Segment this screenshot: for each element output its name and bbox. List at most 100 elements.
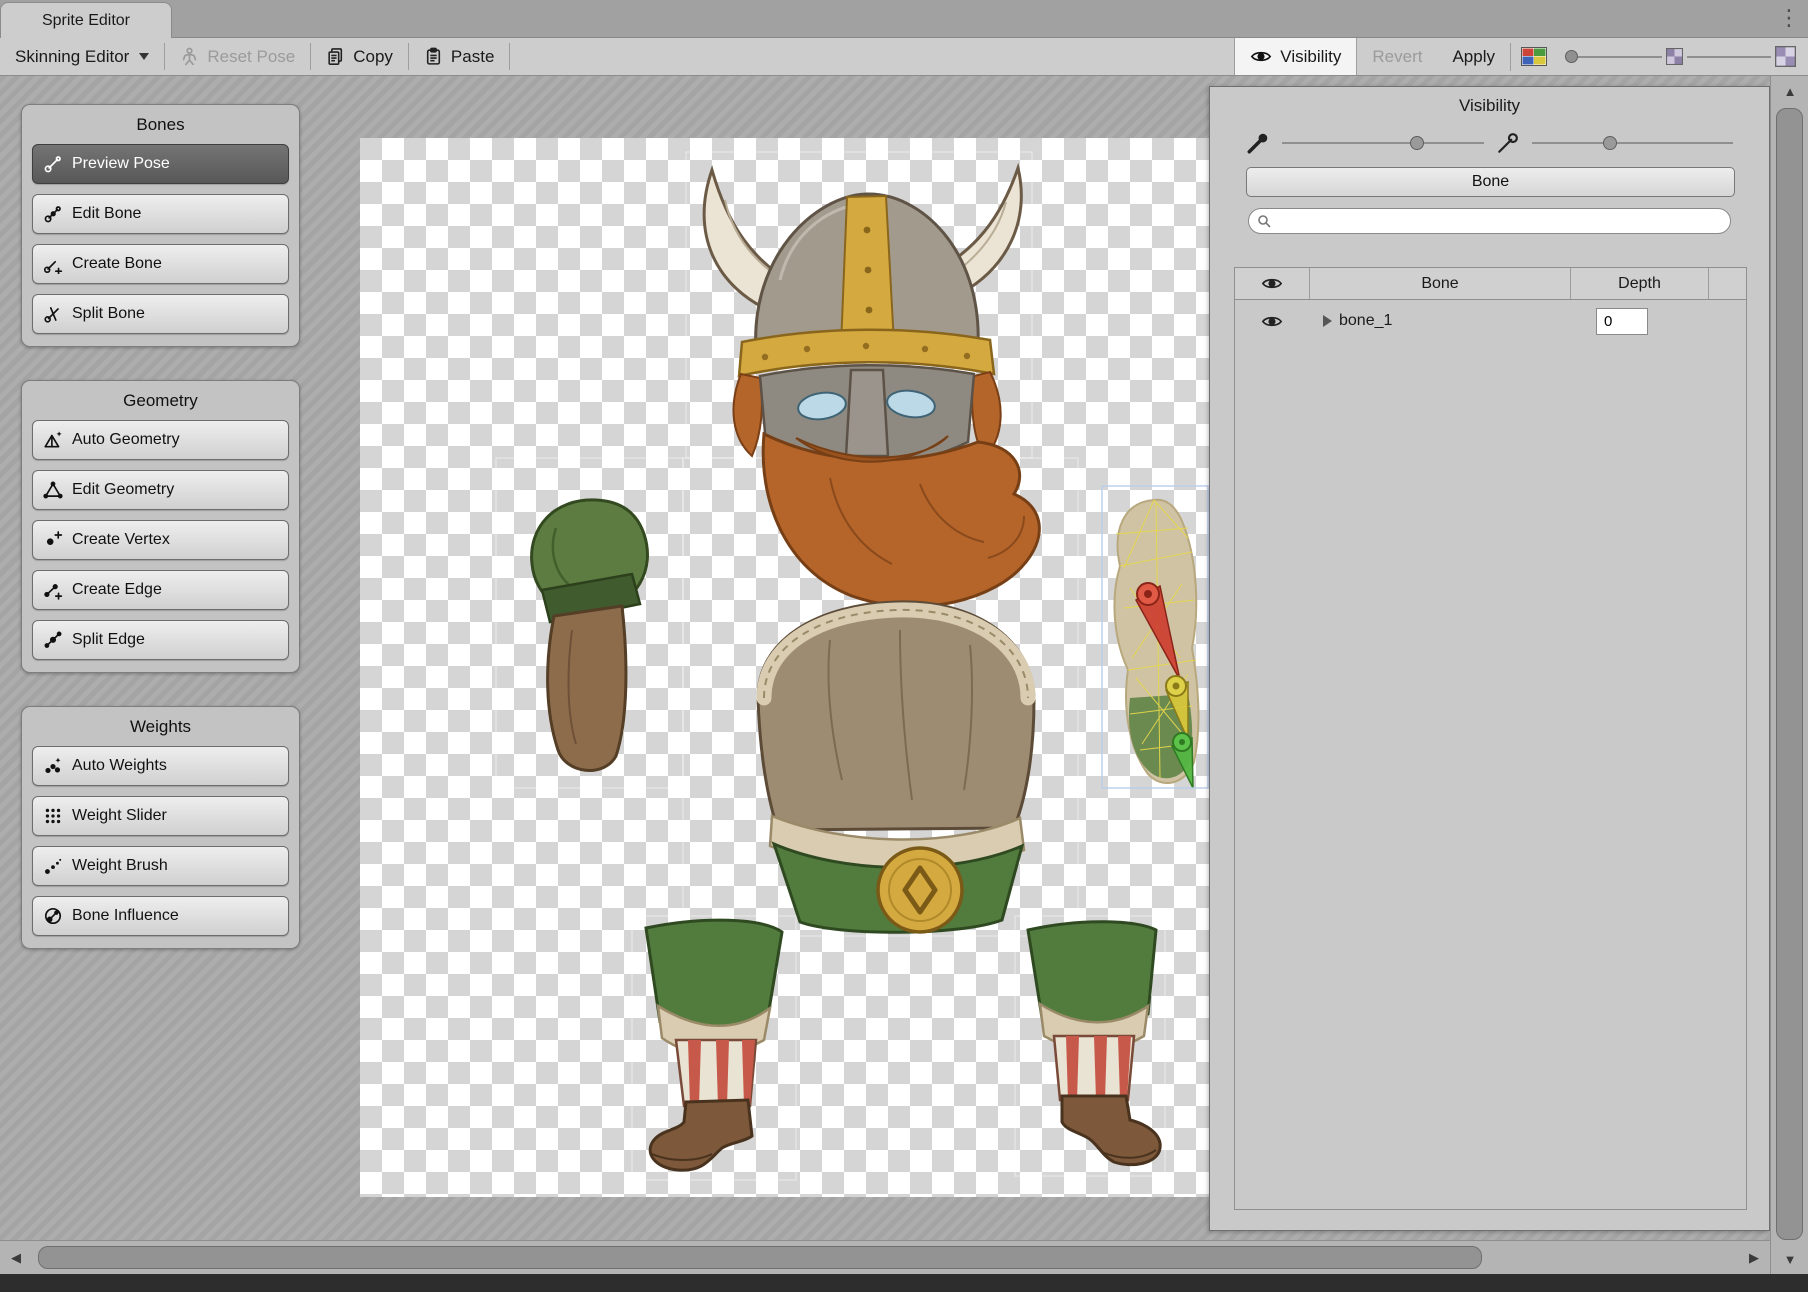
tool-split-bone[interactable]: Split Bone — [32, 294, 289, 334]
tool-weight-brush[interactable]: Weight Brush — [32, 846, 289, 886]
sprite-torso — [758, 602, 1034, 932]
auto-geometry-icon — [43, 430, 63, 450]
vertical-scroll-thumb[interactable] — [1776, 108, 1803, 1240]
tool-bone-influence[interactable]: Bone Influence — [32, 896, 289, 936]
tool-label: Create Bone — [72, 255, 162, 273]
mode-dropdown-label: Skinning Editor — [15, 47, 129, 67]
depth-column-header[interactable]: Depth — [1570, 268, 1709, 299]
tool-auto-geometry[interactable]: Auto Geometry — [32, 420, 289, 460]
mesh-opacity-slider[interactable] — [1532, 135, 1734, 151]
vertical-scrollbar[interactable]: ▲ ▼ — [1770, 76, 1808, 1274]
tool-label: Auto Weights — [72, 757, 167, 775]
reset-pose-button[interactable]: Reset Pose — [165, 38, 310, 75]
tool-create-edge[interactable]: Create Edge — [32, 570, 289, 610]
slider-thumb[interactable] — [1565, 50, 1578, 63]
slider-thumb[interactable] — [1603, 136, 1617, 150]
rgb-channels-icon[interactable] — [1521, 47, 1547, 66]
overflow-menu-icon[interactable]: ⋮ — [1778, 4, 1800, 32]
geometry-panel: Geometry Auto Geometry Edit Geometry Cre… — [21, 380, 300, 673]
tool-edit-bone[interactable]: Edit Bone — [32, 194, 289, 234]
bone-influence-icon — [43, 906, 63, 926]
paste-icon — [424, 47, 443, 66]
search-input[interactable] — [1277, 210, 1717, 232]
slider-track — [1687, 56, 1771, 58]
paste-label: Paste — [451, 47, 494, 67]
sprite-right-leg — [1028, 922, 1160, 1165]
revert-label: Revert — [1372, 47, 1422, 67]
horizontal-scrollbar[interactable]: ◀ ▶ — [0, 1240, 1770, 1274]
horizontal-scroll-thumb[interactable] — [38, 1246, 1482, 1269]
tool-label: Auto Geometry — [72, 431, 180, 449]
geometry-panel-title: Geometry — [32, 387, 289, 420]
tool-label: Split Bone — [72, 305, 145, 323]
create-edge-icon — [43, 580, 63, 600]
bone-mode-button[interactable]: Bone — [1246, 167, 1735, 197]
copy-button[interactable]: Copy — [311, 38, 408, 75]
copy-label: Copy — [353, 47, 393, 67]
slider-thumb[interactable] — [1410, 136, 1424, 150]
tool-split-edge[interactable]: Split Edge — [32, 620, 289, 660]
mode-dropdown[interactable]: Skinning Editor — [0, 38, 164, 75]
weight-brush-icon — [43, 856, 63, 876]
bone-table: Bone Depth bone_1 — [1234, 267, 1747, 1210]
eye-icon — [1250, 49, 1272, 64]
visibility-toggle-button[interactable]: Visibility — [1234, 38, 1357, 75]
depth-input[interactable] — [1596, 308, 1648, 335]
tool-create-bone[interactable]: Create Bone — [32, 244, 289, 284]
scroll-down-arrow[interactable]: ▼ — [1771, 1244, 1808, 1274]
apply-label: Apply — [1452, 47, 1495, 67]
workspace: Bones Preview Pose Edit Bone Create Bone… — [0, 76, 1808, 1240]
slider-track — [1282, 142, 1484, 144]
tool-create-vertex[interactable]: Create Vertex — [32, 520, 289, 560]
scroll-right-arrow[interactable]: ▶ — [1738, 1241, 1770, 1275]
tool-label: Edit Geometry — [72, 481, 174, 499]
tool-weight-slider[interactable]: Weight Slider — [32, 796, 289, 836]
chevron-down-icon — [139, 53, 149, 60]
slider-track — [1532, 142, 1734, 144]
tool-label: Split Edge — [72, 631, 145, 649]
revert-button[interactable]: Revert — [1357, 47, 1437, 67]
expand-arrow-icon[interactable] — [1323, 315, 1332, 327]
create-vertex-icon — [43, 530, 63, 550]
bone-icon — [43, 154, 63, 174]
bottom-status-strip — [0, 1274, 1808, 1292]
tool-edit-geometry[interactable]: Edit Geometry — [32, 470, 289, 510]
apply-button[interactable]: Apply — [1437, 47, 1510, 67]
texture-swatch-icon[interactable] — [1666, 48, 1683, 65]
visibility-label: Visibility — [1280, 47, 1341, 67]
scroll-left-arrow[interactable]: ◀ — [0, 1241, 32, 1275]
texture-swatch-icon-large[interactable] — [1775, 46, 1796, 67]
search-icon — [1257, 214, 1272, 229]
mannequin-icon — [180, 47, 199, 66]
reset-pose-label: Reset Pose — [207, 47, 295, 67]
bone-opacity-slider[interactable] — [1282, 135, 1484, 151]
tool-label: Weight Slider — [72, 807, 167, 825]
sprite-arm-with-bones[interactable] — [1102, 486, 1208, 788]
bone-row[interactable]: bone_1 — [1235, 300, 1746, 342]
tab-sprite-editor[interactable]: Sprite Editor — [0, 2, 172, 39]
visibility-panel: Visibility Bone Bone — [1209, 86, 1770, 1231]
toolbar-separator — [509, 43, 510, 70]
toolbar: Skinning Editor Reset Pose Copy Paste Vi… — [0, 38, 1808, 76]
scroll-up-arrow[interactable]: ▲ — [1771, 76, 1808, 106]
bone-table-header: Bone Depth — [1235, 268, 1746, 300]
tool-label: Weight Brush — [72, 857, 168, 875]
paste-button[interactable]: Paste — [409, 38, 509, 75]
tool-label: Create Edge — [72, 581, 162, 599]
split-bone-icon — [43, 304, 63, 324]
visibility-column-header[interactable] — [1235, 268, 1309, 299]
create-bone-icon — [43, 254, 63, 274]
split-edge-icon — [43, 630, 63, 650]
bone-column-header[interactable]: Bone — [1309, 268, 1570, 299]
weights-panel-title: Weights — [32, 713, 289, 746]
bone-name[interactable]: bone_1 — [1339, 312, 1392, 330]
eye-icon — [1261, 276, 1283, 291]
search-box — [1248, 208, 1731, 234]
tool-label: Preview Pose — [72, 155, 170, 173]
tool-preview-pose[interactable]: Preview Pose — [32, 144, 289, 184]
tool-auto-weights[interactable]: Auto Weights — [32, 746, 289, 786]
alpha-slider[interactable] — [1565, 46, 1800, 67]
eye-toggle-icon[interactable] — [1261, 314, 1283, 329]
sprite-canvas[interactable] — [360, 138, 1209, 1197]
weight-slider-icon — [43, 806, 63, 826]
